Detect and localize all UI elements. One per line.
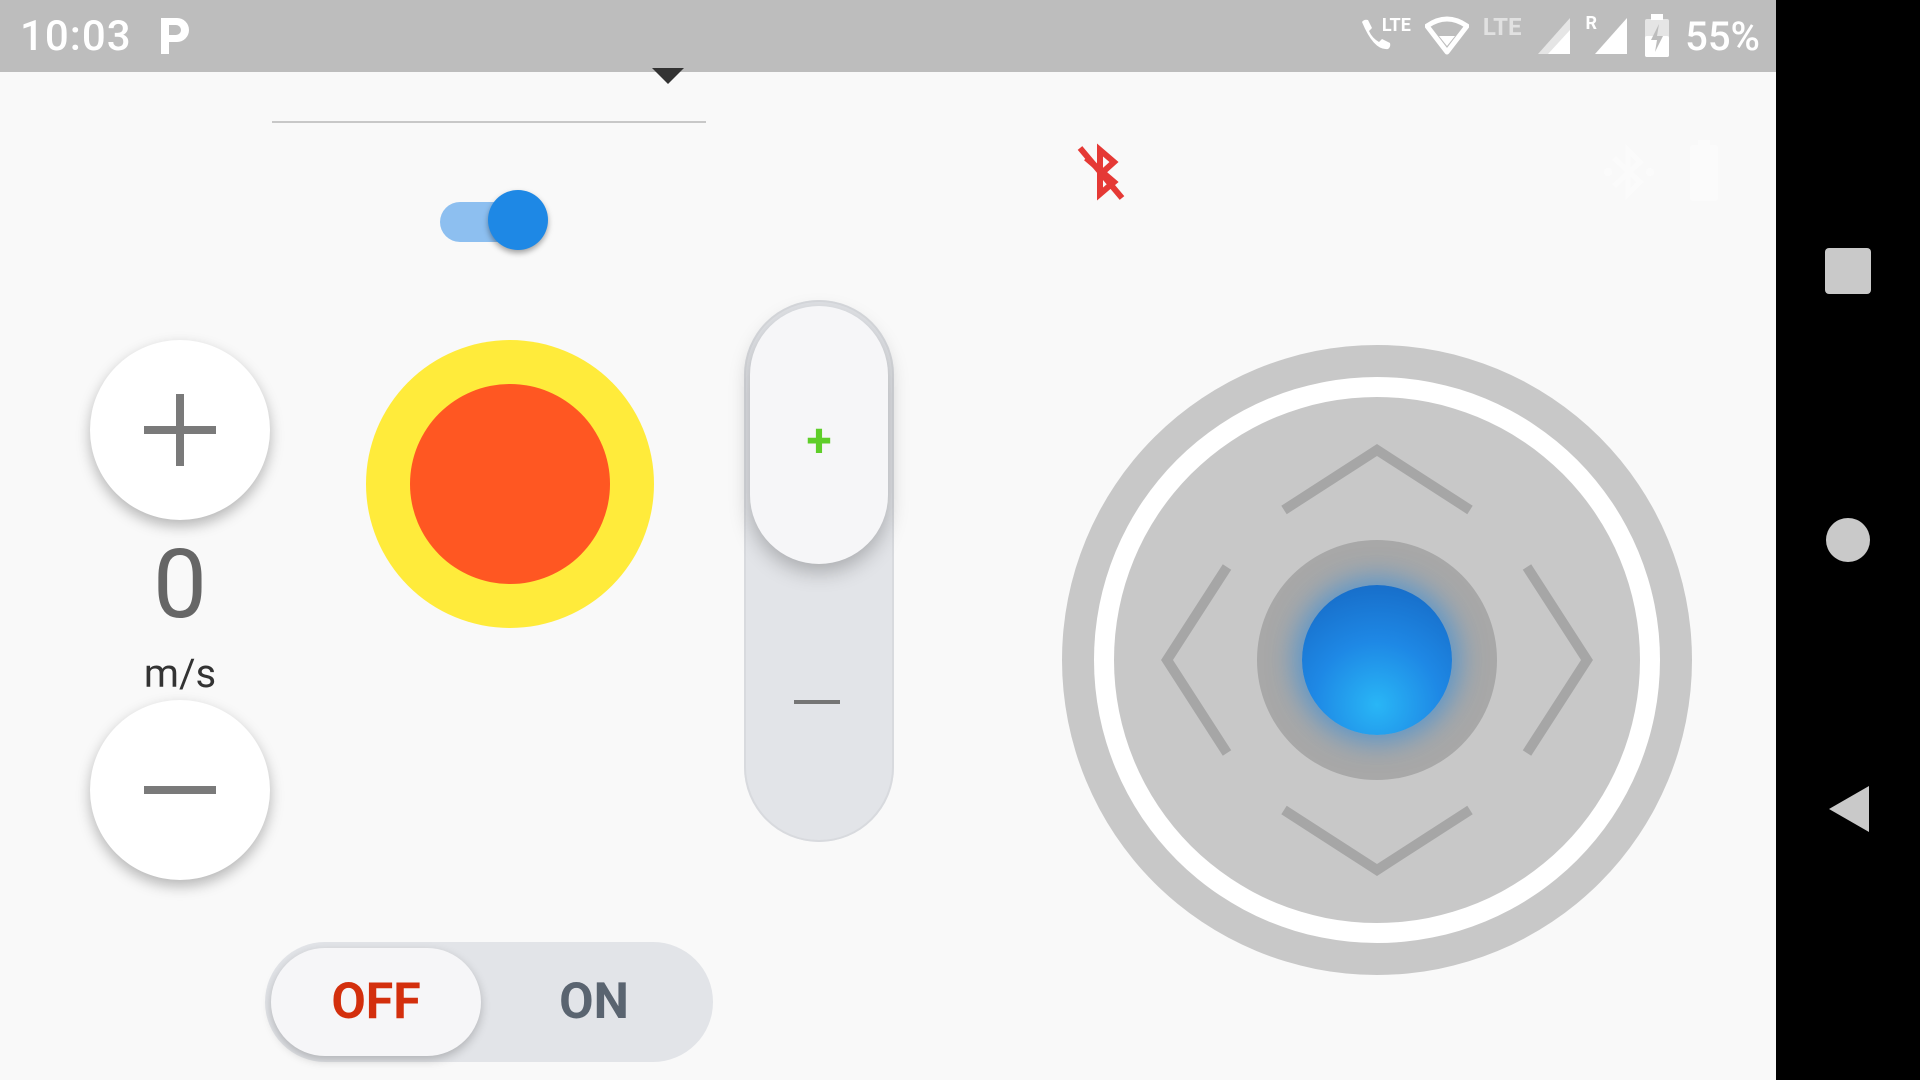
parking-app-icon: [161, 18, 189, 54]
back-button[interactable]: [1825, 784, 1871, 834]
speed-value: 0: [153, 529, 207, 641]
device-battery-icon: [1690, 140, 1718, 201]
speed-increase-button[interactable]: [90, 340, 270, 520]
status-bar: 10:03 LTE LTE R 55%: [0, 0, 1776, 72]
minus-icon: [144, 786, 216, 794]
signal-strength-icon: [1537, 18, 1570, 54]
up-arrow-icon: [1281, 444, 1473, 515]
right-arrow-icon: [1522, 564, 1593, 756]
navigation-bar: [1776, 0, 1920, 1080]
plus-icon: [144, 394, 216, 466]
power-segmented-toggle[interactable]: OFF ON: [265, 942, 713, 1062]
joystick[interactable]: [1062, 345, 1692, 975]
joystick-stick[interactable]: [1302, 585, 1452, 735]
emergency-stop-core: [410, 384, 610, 584]
left-arrow-icon: [1161, 564, 1232, 756]
bluetooth-disabled-icon[interactable]: [1072, 142, 1130, 202]
battery-charging-icon: [1645, 14, 1670, 57]
emergency-stop-button[interactable]: [366, 340, 654, 628]
vertical-slider-knob[interactable]: +: [750, 306, 888, 564]
dropdown-chevron-icon[interactable]: [652, 68, 684, 84]
toggle-switch[interactable]: [440, 190, 550, 252]
down-arrow-icon: [1281, 805, 1473, 876]
status-icons: LTE LTE R 55%: [1356, 12, 1760, 60]
battery-percent: 55%: [1685, 12, 1760, 60]
bluetooth-searching-icon: [1604, 143, 1654, 201]
power-off-option[interactable]: OFF: [271, 948, 481, 1056]
speed-unit: m/s: [143, 650, 217, 697]
recents-button[interactable]: [1825, 248, 1871, 294]
speed-decrease-button[interactable]: [90, 700, 270, 880]
switch-thumb: [488, 190, 548, 250]
power-on-option[interactable]: ON: [489, 948, 699, 1056]
app-screen: 10:03 LTE LTE R 55% 0 m/s + OFF ON: [0, 0, 1776, 1080]
network-type-label: LTE: [1381, 14, 1411, 36]
slider-minus-icon: [794, 700, 840, 704]
faint-status-icons: [1604, 140, 1718, 201]
home-button[interactable]: [1826, 518, 1870, 562]
wifi-icon: [1424, 16, 1469, 55]
vertical-slider[interactable]: +: [744, 300, 894, 842]
slider-plus-label: +: [806, 414, 832, 468]
signal-strength-roaming-icon: [1595, 18, 1628, 54]
status-time: 10:03: [20, 12, 132, 61]
network-type-label-2: LTE: [1482, 13, 1522, 41]
dropdown-select[interactable]: [272, 121, 706, 123]
